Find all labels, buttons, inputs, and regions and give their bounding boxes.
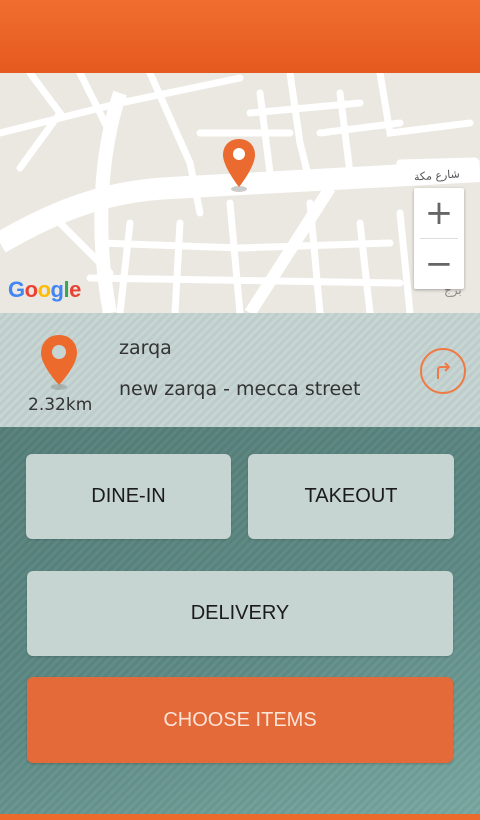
- location-info-bar: 2.32km zarqa new zarqa - mecca street: [0, 313, 480, 427]
- distance-label: 2.32km: [28, 395, 93, 415]
- map-view[interactable]: شارع مكة برج Google + −: [0, 73, 480, 313]
- choose-items-button[interactable]: CHOOSE ITEMS: [27, 677, 453, 763]
- turn-right-arrow-icon: [437, 362, 451, 379]
- bottom-accent-strip: [0, 814, 480, 820]
- app-header-bar: [0, 0, 480, 73]
- dine-in-button[interactable]: DINE-IN: [26, 454, 231, 539]
- takeout-button[interactable]: TAKEOUT: [248, 454, 454, 539]
- street-address: new zarqa - mecca street: [119, 378, 361, 400]
- map-location-pin-icon[interactable]: [221, 137, 257, 193]
- delivery-button[interactable]: DELIVERY: [27, 571, 453, 656]
- city-name: zarqa: [119, 337, 172, 359]
- directions-button[interactable]: [420, 348, 466, 394]
- zoom-in-button[interactable]: +: [414, 188, 464, 238]
- location-pin-icon: [38, 333, 80, 391]
- google-logo: Google: [8, 277, 81, 302]
- zoom-out-button[interactable]: −: [414, 239, 464, 289]
- zoom-controls: + −: [414, 188, 464, 289]
